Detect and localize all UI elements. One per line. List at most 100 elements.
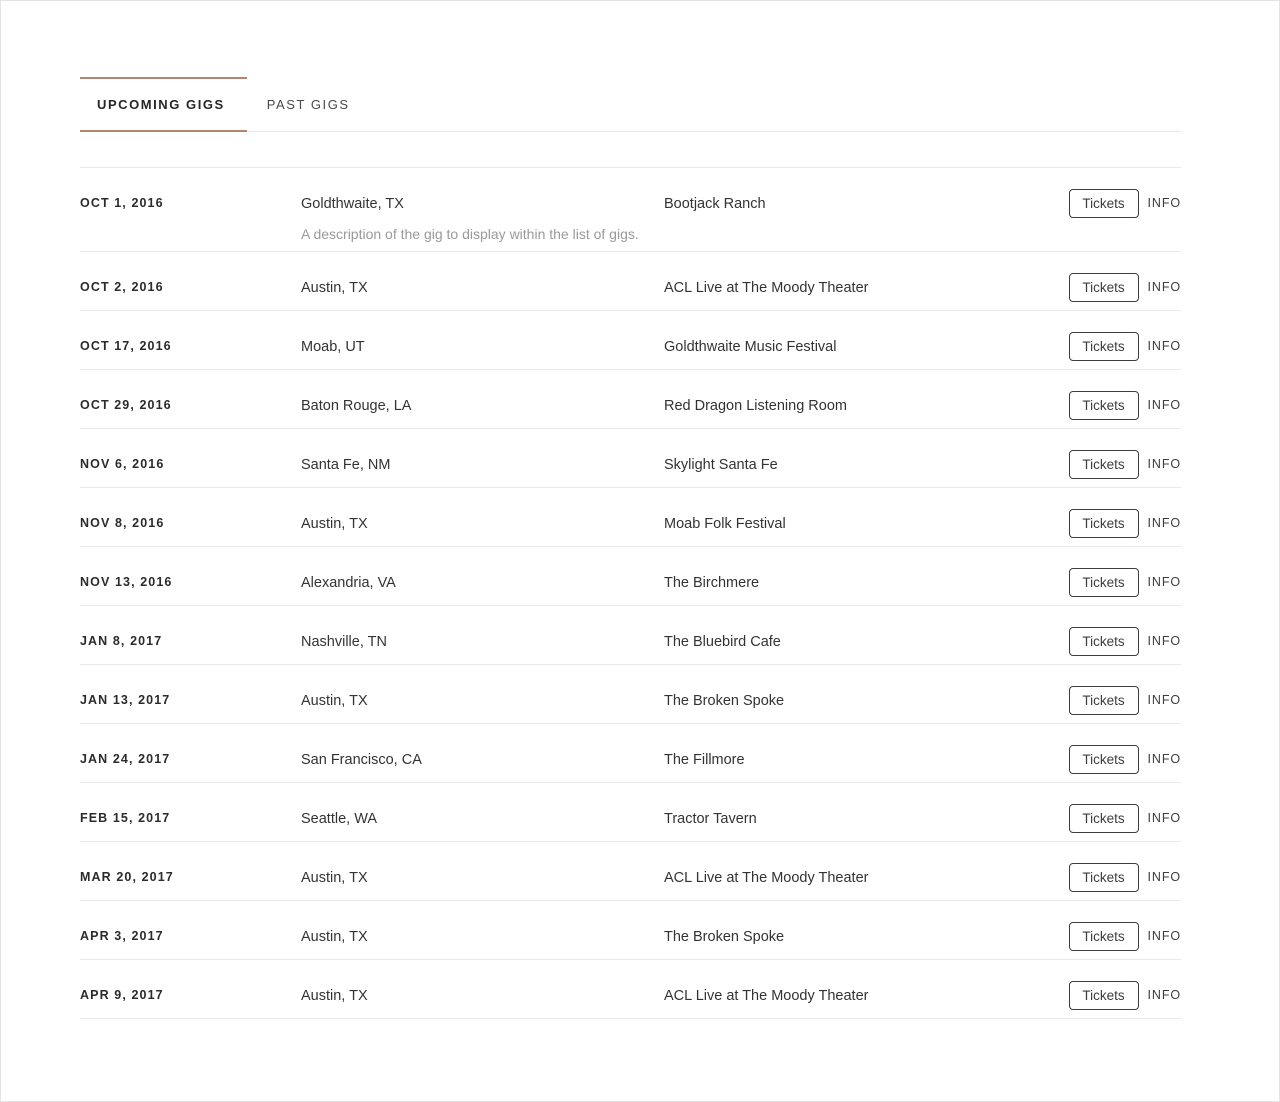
gig-venue: Red Dragon Listening Room xyxy=(664,398,847,414)
info-link[interactable]: INFO xyxy=(1148,745,1181,766)
info-link[interactable]: INFO xyxy=(1148,273,1181,294)
gig-venue: Tractor Tavern xyxy=(664,811,757,827)
gig-venue: ACL Live at The Moody Theater xyxy=(664,280,869,296)
gig-date: OCT 2, 2016 xyxy=(80,280,164,294)
gig-date: NOV 13, 2016 xyxy=(80,575,173,589)
gig-actions: Tickets INFO xyxy=(1033,168,1181,218)
gig-location-cell: Baton Rouge, LA xyxy=(301,370,664,416)
gig-row: FEB 15, 2017 Seattle, WA Tractor Tavern Tic… xyxy=(80,783,1181,842)
gig-date: OCT 1, 2016 xyxy=(80,196,164,210)
tab-upcoming-gigs[interactable]: UPCOMING GIGS xyxy=(80,77,247,132)
gig-row: JAN 8, 2017 Nashville, TN The Bluebird Caf… xyxy=(80,606,1181,665)
tickets-button[interactable]: Tickets xyxy=(1068,686,1139,715)
info-link[interactable]: INFO xyxy=(1148,509,1181,530)
tab-upcoming-gigs-label: UPCOMING GIGS xyxy=(97,97,225,112)
gig-date: APR 9, 2017 xyxy=(80,988,164,1002)
gig-location-cell: Goldthwaite, TX A description of the gig … xyxy=(301,168,664,243)
gig-venue: The Birchmere xyxy=(664,575,760,591)
gig-actions: Tickets INFO xyxy=(1033,724,1181,774)
tickets-button[interactable]: Tickets xyxy=(1068,189,1139,218)
gig-actions: Tickets INFO xyxy=(1033,960,1181,1010)
gig-venue: ACL Live at The Moody Theater xyxy=(664,870,869,886)
gig-tabs: UPCOMING GIGS PAST GIGS xyxy=(80,77,1181,132)
gig-row: MAR 20, 2017 Austin, TX ACL Live at The Mo… xyxy=(80,842,1181,901)
gig-city: Baton Rouge, LA xyxy=(301,398,412,414)
gig-actions: Tickets INFO xyxy=(1033,429,1181,479)
tickets-button[interactable]: Tickets xyxy=(1068,804,1139,833)
gig-city: Austin, TX xyxy=(301,870,368,886)
tickets-button[interactable]: Tickets xyxy=(1068,568,1139,597)
tickets-button[interactable]: Tickets xyxy=(1068,450,1139,479)
gig-city: Goldthwaite, TX xyxy=(301,196,404,212)
gig-date: OCT 17, 2016 xyxy=(80,339,172,353)
info-link[interactable]: INFO xyxy=(1148,450,1181,471)
info-link[interactable]: INFO xyxy=(1148,332,1181,353)
gig-venue: The Broken Spoke xyxy=(664,693,785,709)
info-link[interactable]: INFO xyxy=(1148,686,1181,707)
gig-row: NOV 13, 2016 Alexandria, VA The Birchmere T… xyxy=(80,547,1181,606)
gig-city: Seattle, WA xyxy=(301,811,378,827)
info-link[interactable]: INFO xyxy=(1148,804,1181,825)
tickets-button[interactable]: Tickets xyxy=(1068,922,1139,951)
info-link[interactable]: INFO xyxy=(1148,627,1181,648)
tickets-button[interactable]: Tickets xyxy=(1068,627,1139,656)
gig-venue: The Bluebird Cafe xyxy=(664,634,781,650)
info-link[interactable]: INFO xyxy=(1148,981,1181,1002)
gig-row: OCT 29, 2016 Baton Rouge, LA Red Dragon Li… xyxy=(80,370,1181,429)
gig-city: Alexandria, VA xyxy=(301,575,396,591)
gig-actions: Tickets INFO xyxy=(1033,842,1181,892)
gig-location-cell: Santa Fe, NM xyxy=(301,429,664,475)
info-link[interactable]: INFO xyxy=(1148,391,1181,412)
gig-date: MAR 20, 2017 xyxy=(80,870,174,884)
gig-city: Austin, TX xyxy=(301,929,368,945)
gig-location-cell: Nashville, TN xyxy=(301,606,664,652)
gig-actions: Tickets INFO xyxy=(1033,370,1181,420)
gig-location-cell: Seattle, WA xyxy=(301,783,664,829)
info-link[interactable]: INFO xyxy=(1148,863,1181,884)
tab-past-gigs-label: PAST GIGS xyxy=(266,97,350,112)
gig-location-cell: Austin, TX xyxy=(301,665,664,711)
gig-city: Austin, TX xyxy=(301,516,368,532)
gig-location-cell: San Francisco, CA xyxy=(301,724,664,770)
gig-city: Austin, TX xyxy=(301,988,368,1004)
gig-actions: Tickets INFO xyxy=(1033,783,1181,833)
gig-venue: Bootjack Ranch xyxy=(664,196,766,212)
gig-row: APR 9, 2017 Austin, TX ACL Live at The Moo… xyxy=(80,960,1181,1019)
gig-venue: The Broken Spoke xyxy=(664,929,785,945)
gig-actions: Tickets INFO xyxy=(1033,311,1181,361)
gig-location-cell: Austin, TX xyxy=(301,960,664,1006)
page-viewport: UPCOMING GIGS PAST GIGS OCT 1, 2016 Goldt… xyxy=(0,0,1280,1102)
tab-past-gigs[interactable]: PAST GIGS xyxy=(247,77,370,132)
gig-location-cell: Moab, UT xyxy=(301,311,664,357)
gig-row: OCT 17, 2016 Moab, UT Goldthwaite Music Fe… xyxy=(80,311,1181,370)
info-link[interactable]: INFO xyxy=(1148,922,1181,943)
gig-location-cell: Alexandria, VA xyxy=(301,547,664,593)
tickets-button[interactable]: Tickets xyxy=(1068,509,1139,538)
tickets-button[interactable]: Tickets xyxy=(1068,981,1139,1010)
gig-row: OCT 1, 2016 Goldthwaite, TX A description … xyxy=(80,167,1181,252)
gig-row: JAN 13, 2017 Austin, TX The Broken Spoke Ti… xyxy=(80,665,1181,724)
gig-row: OCT 2, 2016 Austin, TX ACL Live at The Moo… xyxy=(80,252,1181,311)
info-link[interactable]: INFO xyxy=(1148,189,1181,210)
gig-row: JAN 24, 2017 San Francisco, CA The Fillmor… xyxy=(80,724,1181,783)
gig-venue: ACL Live at The Moody Theater xyxy=(664,988,869,1004)
gig-date: OCT 29, 2016 xyxy=(80,398,172,412)
tickets-button[interactable]: Tickets xyxy=(1068,273,1139,302)
gig-actions: Tickets INFO xyxy=(1033,901,1181,951)
gig-city: Santa Fe, NM xyxy=(301,457,391,473)
tickets-button[interactable]: Tickets xyxy=(1068,391,1139,420)
gig-venue: The Fillmore xyxy=(664,752,745,768)
gig-venue: Skylight Santa Fe xyxy=(664,457,778,473)
gig-venue: Goldthwaite Music Festival xyxy=(664,339,837,355)
gig-row: NOV 6, 2016 Santa Fe, NM Skylight Santa Fe… xyxy=(80,429,1181,488)
tickets-button[interactable]: Tickets xyxy=(1068,332,1139,361)
gig-date: JAN 13, 2017 xyxy=(80,693,171,707)
tickets-button[interactable]: Tickets xyxy=(1068,745,1139,774)
gig-date: NOV 8, 2016 xyxy=(80,516,165,530)
gig-description: A description of the gig to display with… xyxy=(301,225,639,242)
tickets-button[interactable]: Tickets xyxy=(1068,863,1139,892)
gig-actions: Tickets INFO xyxy=(1033,252,1181,302)
info-link[interactable]: INFO xyxy=(1148,568,1181,589)
gig-row: NOV 8, 2016 Austin, TX Moab Folk Festival T… xyxy=(80,488,1181,547)
gig-date: FEB 15, 2017 xyxy=(80,811,171,825)
